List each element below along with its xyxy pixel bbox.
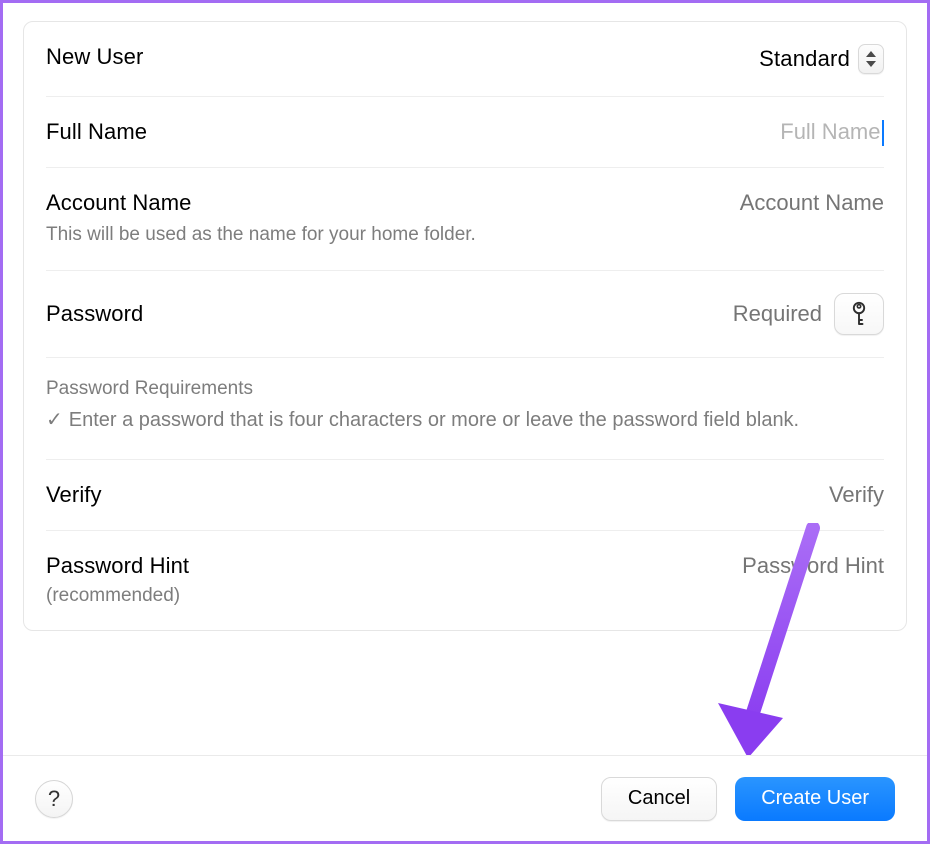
row-new-user: New User Standard [46,22,884,97]
row-verify: Verify [46,460,884,531]
password-input[interactable] [642,301,822,327]
verify-input[interactable] [734,482,884,508]
dialog-footer: ? Cancel Create User [3,755,927,841]
full-name-placeholder: Full Name [780,119,880,145]
text-cursor-icon [882,120,885,146]
row-password: Password [46,271,884,358]
account-type-select[interactable]: Standard [759,44,884,74]
check-icon: ✓ [46,406,63,435]
row-account-name: Account Name This will be used as the na… [46,168,884,271]
account-name-input[interactable] [584,190,884,216]
row-password-hint: Password Hint (recommended) [46,531,884,631]
full-name-input[interactable]: Full Name [780,119,884,145]
full-name-label: Full Name [46,119,780,145]
password-label: Password [46,301,642,327]
password-hint-sublabel: (recommended) [46,583,476,609]
key-icon [848,301,870,327]
password-hint-input[interactable] [584,553,884,579]
password-requirements-heading: Password Requirements [46,378,884,400]
password-requirements-text: Enter a password that is four characters… [69,409,799,431]
password-requirements-section: Password Requirements ✓ Enter a password … [46,358,884,460]
account-type-value: Standard [759,46,850,72]
cancel-button[interactable]: Cancel [601,777,717,821]
account-name-sublabel: This will be used as the name for your h… [46,222,476,248]
password-hint-label: Password Hint [46,553,584,579]
help-icon: ? [48,786,60,812]
row-full-name: Full Name Full Name [46,97,884,168]
verify-label: Verify [46,482,734,508]
new-user-form-panel: New User Standard Full Name Full Name [23,21,907,631]
account-name-label: Account Name [46,190,584,216]
password-assistant-button[interactable] [834,293,884,335]
create-user-button[interactable]: Create User [735,777,895,821]
new-user-label: New User [46,44,759,70]
password-requirements-line: ✓ Enter a password that is four character… [46,406,884,435]
help-button[interactable]: ? [35,780,73,818]
window-outer-frame: New User Standard Full Name Full Name [0,0,930,844]
updown-stepper-icon [858,44,884,74]
